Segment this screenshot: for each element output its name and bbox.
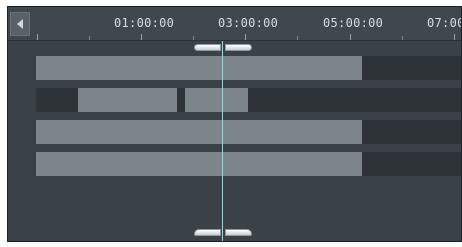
ruler-tick bbox=[350, 34, 351, 40]
track-area[interactable] bbox=[8, 41, 461, 241]
playhead-bottom-handle-right[interactable] bbox=[225, 229, 252, 236]
track-empty bbox=[362, 152, 461, 176]
ruler-tick bbox=[402, 36, 403, 40]
clip[interactable] bbox=[36, 152, 362, 176]
ruler-label-1: 01:00:00 bbox=[114, 16, 175, 30]
playhead-top-handle-right[interactable] bbox=[225, 44, 252, 51]
scroll-left-button[interactable] bbox=[10, 12, 30, 36]
playhead-top-handle-left[interactable] bbox=[194, 44, 221, 51]
timeline-window: 01:00:00 03:00:00 05:00:00 07:00 bbox=[0, 0, 462, 247]
ruler-tick bbox=[141, 34, 142, 40]
ruler-tick bbox=[193, 36, 194, 40]
ruler-tick bbox=[245, 34, 246, 40]
track-empty bbox=[362, 120, 461, 144]
clip[interactable] bbox=[36, 120, 362, 144]
playhead-bottom-handle-left[interactable] bbox=[194, 229, 221, 236]
ruler-tick bbox=[37, 34, 38, 40]
timeline-panel: 01:00:00 03:00:00 05:00:00 07:00 bbox=[7, 6, 462, 242]
playhead-line[interactable] bbox=[222, 41, 223, 241]
clip[interactable] bbox=[36, 56, 362, 80]
ruler-label-3: 05:00:00 bbox=[323, 16, 384, 30]
ruler-label-2: 03:00:00 bbox=[218, 16, 279, 30]
ruler-tick bbox=[454, 34, 455, 40]
track-empty bbox=[362, 56, 461, 80]
clip[interactable] bbox=[185, 88, 248, 112]
ruler-tick bbox=[89, 36, 90, 40]
ruler-tick bbox=[297, 36, 298, 40]
clip[interactable] bbox=[78, 88, 177, 112]
time-ruler[interactable]: 01:00:00 03:00:00 05:00:00 07:00 bbox=[8, 7, 462, 41]
ruler-label-4: 07:00 bbox=[427, 16, 462, 30]
left-arrow-icon bbox=[17, 19, 23, 29]
